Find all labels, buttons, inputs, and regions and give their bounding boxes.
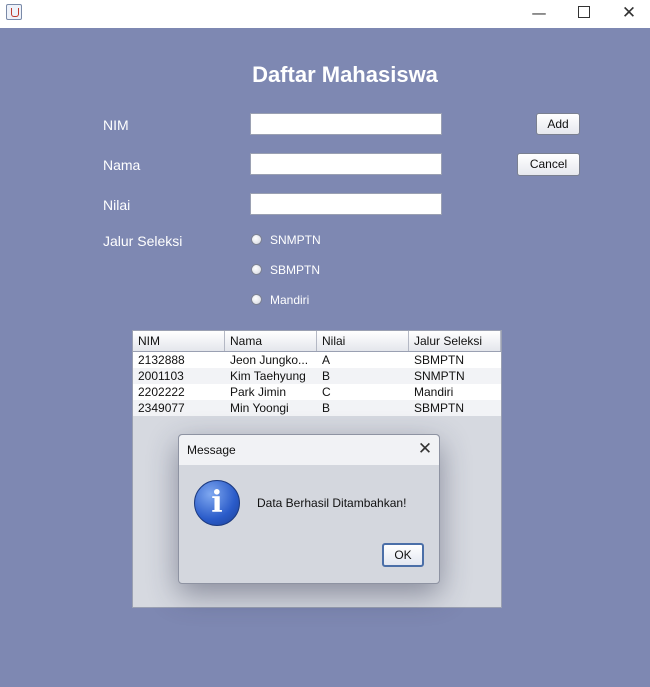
cell-jalur-seleksi: SNMPTN: [414, 369, 465, 383]
cancel-button[interactable]: Cancel: [517, 153, 580, 176]
dialog-title: Message: [187, 443, 236, 457]
table-row[interactable]: 2132888 Jeon Jungko... A SBMPTN: [133, 352, 501, 368]
column-header-nama[interactable]: Nama: [225, 331, 317, 351]
window-titlebar: — ✕: [0, 0, 650, 28]
jalur-seleksi-label: Jalur Seleksi: [103, 233, 183, 249]
page-title: Daftar Mahasiswa: [252, 62, 438, 87]
nama-label: Nama: [103, 157, 141, 173]
ok-button[interactable]: OK: [382, 543, 424, 567]
cell-nim: 2349077: [138, 401, 185, 415]
cell-nilai: B: [322, 369, 331, 383]
cell-jalur-seleksi: Mandiri: [414, 385, 454, 399]
radio-label: SBMPTN: [270, 263, 321, 277]
java-cup-icon: [6, 4, 22, 20]
cell-nim: 2132888: [138, 353, 185, 367]
cell-nama: Kim Taehyung: [230, 369, 306, 383]
table-row[interactable]: 2202222 Park Jimin C Mandiri: [133, 384, 501, 400]
column-header-nim[interactable]: NIM: [133, 331, 225, 351]
nim-label: NIM: [103, 117, 129, 133]
radio-circle-icon[interactable]: [251, 294, 262, 305]
radio-label: SNMPTN: [270, 233, 321, 247]
content-pane: Daftar Mahasiswa NIM Add Nama Cancel Nil…: [0, 28, 650, 687]
close-window-button[interactable]: ✕: [606, 0, 650, 28]
column-header-nilai[interactable]: Nilai: [317, 331, 409, 351]
cell-nama: Park Jimin: [230, 385, 287, 399]
nim-field[interactable]: [250, 113, 442, 135]
table-body: 2132888 Jeon Jungko... A SBMPTN 2001103 …: [133, 352, 501, 416]
information-icon: i: [194, 480, 240, 526]
maximize-button[interactable]: [561, 0, 607, 28]
message-dialog: Message ✕ i Data Berhasil Ditambahkan! O…: [178, 434, 440, 584]
cell-nim: 2001103: [138, 369, 184, 383]
cell-nilai: B: [322, 401, 331, 415]
nama-field[interactable]: [250, 153, 442, 175]
radio-label: Mandiri: [270, 293, 310, 307]
maximize-icon: [578, 6, 590, 18]
column-header-jalur-seleksi[interactable]: Jalur Seleksi: [409, 331, 501, 351]
cell-jalur-seleksi: SBMPTN: [414, 401, 465, 415]
cell-nilai: C: [322, 385, 331, 399]
table-row[interactable]: 2349077 Min Yoongi B SBMPTN: [133, 400, 501, 416]
cell-jalur-seleksi: SBMPTN: [414, 353, 465, 367]
radio-circle-icon[interactable]: [251, 234, 262, 245]
table-header: NIM Nama Nilai Jalur Seleksi: [133, 331, 501, 352]
radio-circle-icon[interactable]: [251, 264, 262, 275]
dialog-titlebar: Message ✕: [179, 435, 439, 465]
cell-nama: Min Yoongi: [230, 401, 289, 415]
dialog-message: Data Berhasil Ditambahkan!: [257, 496, 407, 510]
dialog-close-button[interactable]: ✕: [415, 439, 435, 459]
nilai-field[interactable]: [250, 193, 442, 215]
cell-nama: Jeon Jungko...: [230, 353, 309, 367]
minimize-button[interactable]: —: [516, 0, 562, 28]
cell-nilai: A: [322, 353, 331, 367]
add-button[interactable]: Add: [536, 113, 580, 135]
nilai-label: Nilai: [103, 197, 131, 213]
table-row[interactable]: 2001103 Kim Taehyung B SNMPTN: [133, 368, 501, 384]
cell-nim: 2202222: [138, 385, 185, 399]
